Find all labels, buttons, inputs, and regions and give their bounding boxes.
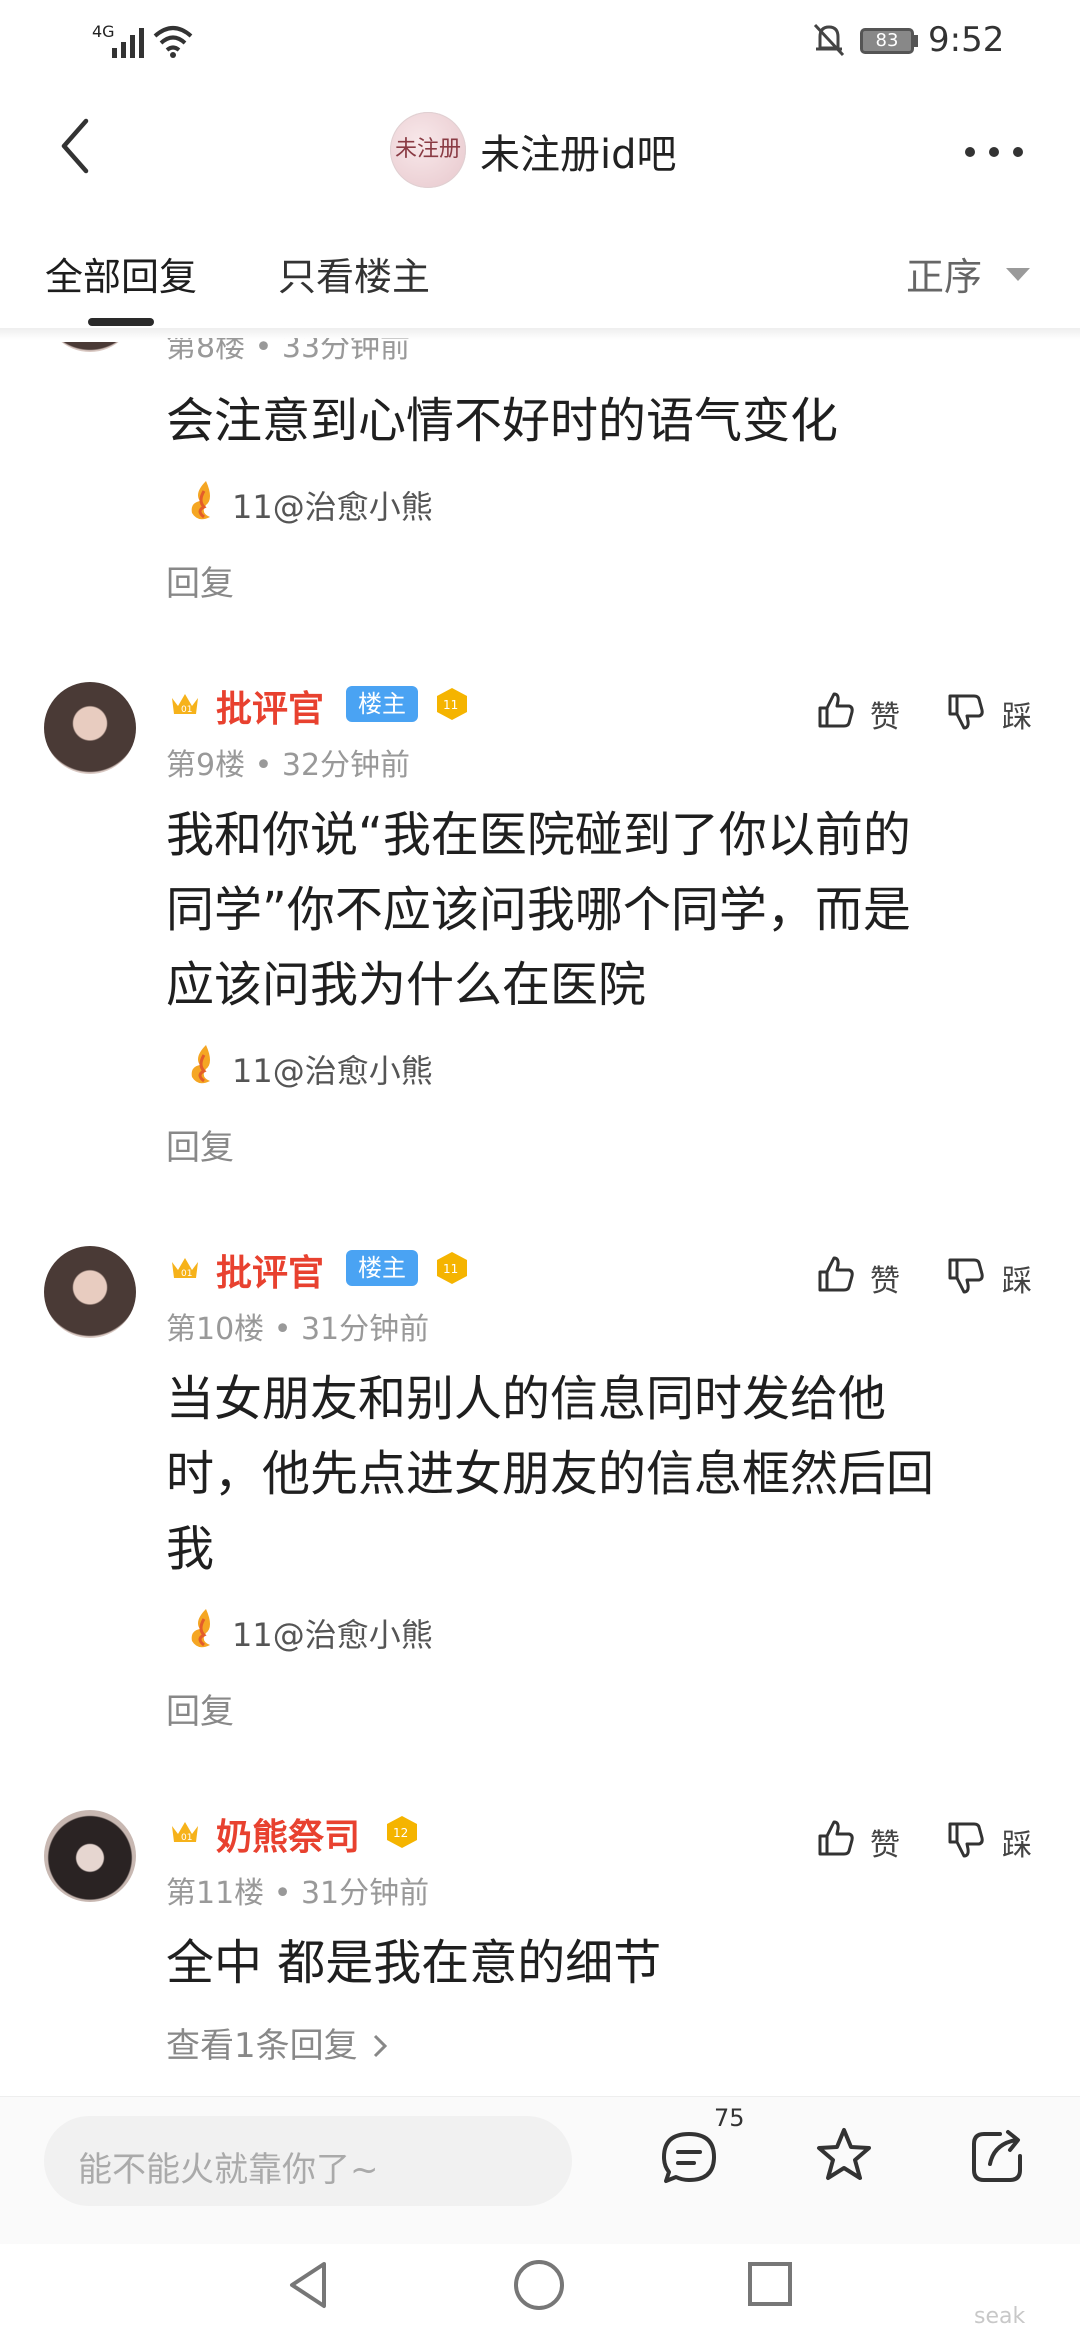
post-meta: 第10楼 • 31分钟前 bbox=[166, 1312, 430, 1347]
avatar[interactable] bbox=[44, 1810, 136, 1902]
like-label[interactable]: 赞 bbox=[870, 1820, 900, 1864]
content-line: 同学”你不应该问我哪个同学，而是 bbox=[166, 882, 911, 938]
dislike-label[interactable]: 踩 bbox=[1002, 1820, 1032, 1864]
watermark: seak bbox=[974, 2304, 1026, 2329]
reply-button[interactable]: 回复 bbox=[166, 1684, 234, 1733]
thumbs-up-icon[interactable] bbox=[816, 1254, 856, 1294]
content-line: 时，他先点进女朋友的信息框然后回 bbox=[166, 1446, 935, 1502]
level-badge-icon: 12 bbox=[387, 1816, 417, 1848]
content-line: 应该问我为什么在医院 bbox=[166, 957, 647, 1013]
reply-button[interactable]: 回复 bbox=[166, 556, 234, 605]
wifi-icon bbox=[153, 26, 193, 58]
comment-count: 75 bbox=[714, 2104, 745, 2132]
tab-divider bbox=[0, 328, 1080, 340]
favorite-star-icon[interactable] bbox=[814, 2126, 874, 2184]
battery-indicator: 83 bbox=[860, 28, 914, 54]
post-meta: 第9楼 • 32分钟前 bbox=[166, 748, 411, 783]
dislike-label[interactable]: 踩 bbox=[1002, 1256, 1032, 1300]
avatar[interactable] bbox=[44, 1246, 136, 1338]
post-content: 会注意到心情不好时的语气变化 bbox=[166, 393, 839, 449]
view-replies-link[interactable]: 查看1条回复 bbox=[166, 2018, 388, 2067]
flame-icon bbox=[191, 1609, 210, 1648]
content-line: 我 bbox=[166, 1521, 215, 1577]
share-icon[interactable] bbox=[970, 2128, 1026, 2184]
crown-icon: 01 bbox=[172, 694, 198, 715]
thumbs-down-icon[interactable] bbox=[946, 1256, 986, 1296]
post-tail[interactable]: 11@治愈小熊 bbox=[232, 1046, 433, 1092]
level-badge-icon: 11 bbox=[437, 688, 467, 720]
post-content: 全中 都是我在意的细节 bbox=[166, 1935, 662, 1991]
username[interactable]: 批评官 bbox=[216, 680, 324, 732]
forum-logo[interactable]: 未注册 bbox=[390, 112, 466, 188]
view-replies-label: 查看1条回复 bbox=[166, 2026, 358, 2066]
nav-recent-apps-icon[interactable] bbox=[746, 2260, 794, 2308]
tab-op-only[interactable]: 只看楼主 bbox=[278, 246, 430, 301]
thumbs-down-icon[interactable] bbox=[946, 1820, 986, 1860]
clock: 9:52 bbox=[928, 20, 1005, 60]
thumbs-down-icon[interactable] bbox=[946, 692, 986, 732]
post-content: 当女朋友和别人的信息同时发给他 时，他先点进女朋友的信息框然后回 我 bbox=[166, 1362, 1080, 1587]
like-label[interactable]: 赞 bbox=[870, 692, 900, 736]
post-tail[interactable]: 11@治愈小熊 bbox=[232, 1610, 433, 1656]
svg-text:01: 01 bbox=[181, 1269, 192, 1279]
like-label[interactable]: 赞 bbox=[870, 1256, 900, 1300]
reply-button[interactable]: 回复 bbox=[166, 1120, 234, 1169]
flame-icon bbox=[191, 1045, 210, 1084]
op-badge: 楼主 bbox=[346, 1250, 418, 1286]
op-badge: 楼主 bbox=[346, 686, 418, 722]
avatar[interactable] bbox=[44, 682, 136, 774]
back-arrow-icon[interactable] bbox=[60, 118, 90, 174]
thumbs-up-icon[interactable] bbox=[816, 690, 856, 730]
sort-order-dropdown[interactable]: 正序 bbox=[906, 246, 982, 301]
battery-tip bbox=[914, 35, 918, 47]
nav-back-icon[interactable] bbox=[286, 2260, 330, 2310]
svg-text:11: 11 bbox=[443, 698, 458, 712]
flame-icon bbox=[191, 481, 210, 520]
comment-placeholder[interactable]: 能不能火就靠你了~ bbox=[78, 2142, 379, 2191]
content-line: 我和你说“我在医院碰到了你以前的 bbox=[166, 807, 911, 863]
post-tail[interactable]: 11@治愈小熊 bbox=[232, 482, 433, 528]
signal-icon bbox=[112, 28, 144, 58]
crown-icon: 01 bbox=[172, 1258, 198, 1279]
svg-text:11: 11 bbox=[443, 1262, 458, 1276]
more-options-icon[interactable] bbox=[964, 146, 1024, 158]
post-meta: 第11楼 • 31分钟前 bbox=[166, 1876, 430, 1911]
active-tab-indicator bbox=[88, 318, 154, 326]
content-line: 当女朋友和别人的信息同时发给他 bbox=[166, 1371, 887, 1427]
thumbs-up-icon[interactable] bbox=[816, 1818, 856, 1858]
nav-home-icon[interactable] bbox=[512, 2258, 566, 2312]
comment-bubble-icon[interactable] bbox=[660, 2130, 718, 2186]
level-badge-icon: 11 bbox=[437, 1252, 467, 1284]
username[interactable]: 奶熊祭司 bbox=[216, 1808, 360, 1860]
chevron-right-icon bbox=[374, 2034, 388, 2058]
caret-down-icon bbox=[1006, 268, 1030, 281]
dislike-label[interactable]: 踩 bbox=[1002, 692, 1032, 736]
post-content: 我和你说“我在医院碰到了你以前的 同学”你不应该问我哪个同学，而是 应该问我为什… bbox=[166, 798, 1080, 1023]
tab-all-replies[interactable]: 全部回复 bbox=[45, 246, 197, 301]
forum-title[interactable]: 未注册id吧 bbox=[480, 122, 677, 180]
svg-text:12: 12 bbox=[393, 1826, 408, 1840]
mute-bell-icon bbox=[813, 23, 845, 57]
crown-icon: 01 bbox=[172, 1822, 198, 1843]
svg-text:01: 01 bbox=[181, 1833, 192, 1843]
username[interactable]: 批评官 bbox=[216, 1244, 324, 1296]
svg-text:01: 01 bbox=[181, 705, 192, 715]
